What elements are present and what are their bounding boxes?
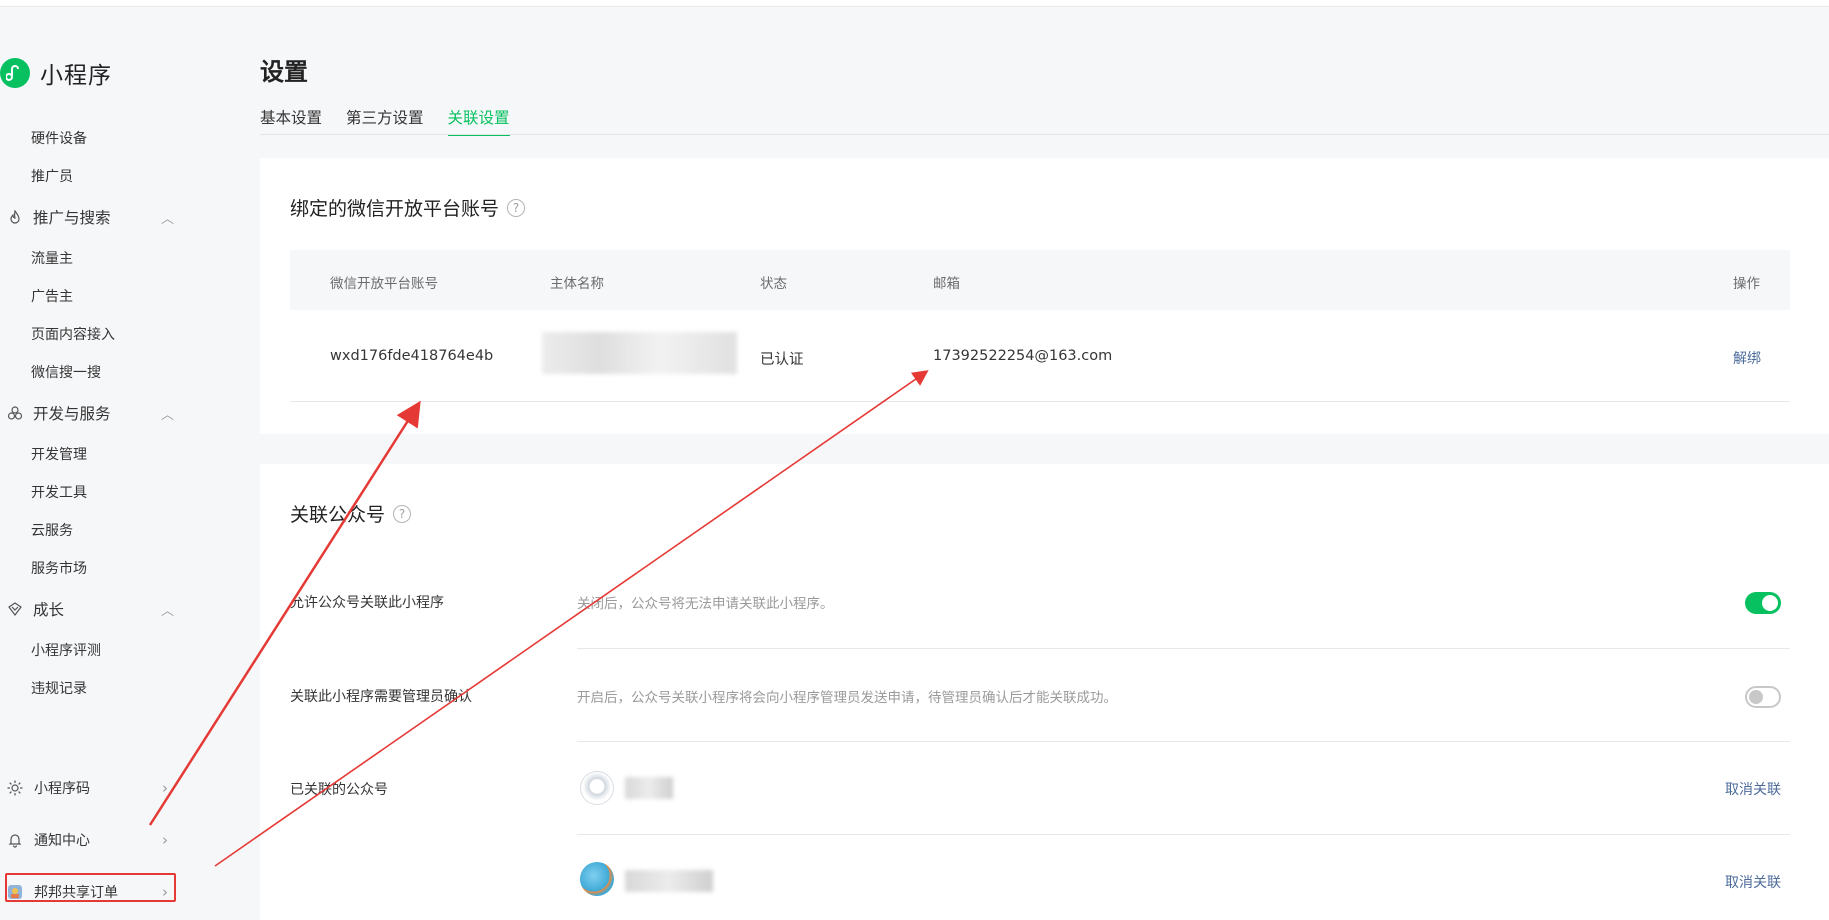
- bound-account-title: 绑定的微信开放平台账号: [290, 198, 500, 220]
- sidebar-group-promotion[interactable]: 推广与搜索 ︿: [6, 206, 174, 228]
- unlink-link[interactable]: 取消关联: [1725, 872, 1781, 892]
- linked-oa-title: 关联公众号: [290, 504, 386, 526]
- sidebar-item-market[interactable]: 服务市场: [31, 558, 87, 578]
- official-account-avatar: [580, 862, 614, 896]
- sidebar-item-violations[interactable]: 违规记录: [31, 678, 87, 698]
- sidebar-item-advertiser[interactable]: 广告主: [31, 286, 73, 306]
- account-id: wxd176fde418764e4b: [330, 348, 494, 364]
- chevron-up-icon: ︿: [160, 603, 174, 619]
- cluster-icon: [6, 404, 24, 422]
- growth-icon: [6, 600, 24, 618]
- brand[interactable]: 小程序: [0, 56, 112, 90]
- sidebar-item-label: 小程序码: [34, 781, 90, 797]
- help-icon[interactable]: ?: [393, 504, 412, 523]
- entity-name-redacted: [542, 332, 737, 374]
- sidebar-item-qrcode[interactable]: 小程序码 ›: [6, 776, 168, 800]
- divider: [577, 834, 1790, 835]
- admin-confirm-desc: 开启后，公众号关联小程序将会向小程序管理员发送申请，待管理员确认后才能关联成功。: [577, 690, 1117, 706]
- flame-icon: [6, 208, 24, 226]
- table-header: 微信开放平台账号 主体名称 状态 邮箱 操作: [290, 250, 1790, 310]
- unbind-link[interactable]: 解绑: [1733, 348, 1761, 368]
- email-value: 17392522254@163.com: [933, 348, 1113, 364]
- sidebar-item-promoter[interactable]: 推广员: [31, 166, 73, 186]
- column-header-status: 状态: [760, 276, 787, 292]
- sidebar-item-cloud[interactable]: 云服务: [31, 520, 73, 540]
- tabs-divider: [260, 134, 1829, 135]
- sun-icon: [6, 779, 24, 797]
- sidebar-group-dev-service[interactable]: 开发与服务 ︿: [6, 402, 174, 424]
- column-header-entity: 主体名称: [550, 276, 604, 292]
- column-header-email: 邮箱: [933, 276, 960, 292]
- toggle-knob: [1749, 690, 1763, 704]
- unlink-link[interactable]: 取消关联: [1725, 779, 1781, 799]
- column-header-action: 操作: [1733, 276, 1760, 292]
- chevron-up-icon: ︿: [160, 407, 174, 423]
- bell-icon: [6, 831, 24, 849]
- status-badge: 已认证: [760, 352, 804, 368]
- table-row: wxd176fde418764e4b 已认证 17392522254@163.c…: [290, 310, 1790, 402]
- sidebar-group-label: 开发与服务: [33, 405, 111, 423]
- tab-third-party-settings[interactable]: 第三方设置: [346, 106, 424, 136]
- sidebar-item-notifications[interactable]: 通知中心 ›: [6, 828, 168, 852]
- admin-confirm-toggle[interactable]: [1745, 686, 1781, 708]
- tab-link-settings[interactable]: 关联设置: [447, 106, 510, 136]
- sidebar-item-wechat-search[interactable]: 微信搜一搜: [31, 362, 101, 382]
- sidebar-item-traffic-owner[interactable]: 流量主: [31, 248, 73, 268]
- sidebar-group-label: 推广与搜索: [33, 209, 111, 227]
- settings-tabs: 基本设置 第三方设置 关联设置: [260, 106, 534, 136]
- sidebar-group-label: 成长: [33, 601, 65, 619]
- bound-account-title-row: 绑定的微信开放平台账号 ?: [290, 194, 526, 221]
- divider: [577, 648, 1790, 649]
- bound-account-card: 绑定的微信开放平台账号 ? 微信开放平台账号 主体名称 状态 邮箱 操作 wxd…: [260, 158, 1829, 434]
- divider: [577, 741, 1790, 742]
- annotation-highlight-box: [5, 873, 176, 902]
- sidebar-item-label: 通知中心: [34, 833, 90, 849]
- sidebar-item-evaluation[interactable]: 小程序评测: [31, 640, 101, 660]
- brand-name: 小程序: [40, 63, 112, 89]
- toggle-knob: [1762, 595, 1778, 611]
- sidebar-item-hardware[interactable]: 硬件设备: [31, 128, 87, 148]
- official-account-name-redacted: [625, 870, 713, 892]
- top-bar: [0, 0, 1829, 7]
- allow-link-desc: 关闭后，公众号将无法申请关联此小程序。: [577, 596, 834, 612]
- linked-oa-label: 已关联的公众号: [290, 782, 388, 798]
- allow-link-label: 允许公众号关联此小程序: [290, 595, 444, 611]
- chevron-right-icon: ›: [162, 831, 168, 849]
- chevron-right-icon: ›: [162, 779, 168, 797]
- chevron-up-icon: ︿: [160, 211, 174, 227]
- sidebar-group-growth[interactable]: 成长 ︿: [6, 598, 174, 620]
- linked-oa-card: 关联公众号 ? 允许公众号关联此小程序 关闭后，公众号将无法申请关联此小程序。 …: [260, 464, 1829, 920]
- sidebar-item-dev-tools[interactable]: 开发工具: [31, 482, 87, 502]
- tab-basic-settings[interactable]: 基本设置: [260, 106, 322, 136]
- official-account-name-redacted: [625, 777, 673, 799]
- help-icon[interactable]: ?: [507, 198, 526, 217]
- sidebar-item-dev-manage[interactable]: 开发管理: [31, 444, 87, 464]
- allow-link-toggle[interactable]: [1745, 592, 1781, 614]
- admin-confirm-label: 关联此小程序需要管理员确认: [290, 689, 472, 705]
- official-account-avatar: [580, 771, 614, 805]
- sidebar-item-page-content[interactable]: 页面内容接入: [31, 324, 115, 344]
- column-header-account: 微信开放平台账号: [330, 276, 438, 292]
- linked-oa-title-row: 关联公众号 ?: [290, 500, 412, 527]
- page-title: 设置: [260, 58, 308, 86]
- mini-program-logo-icon: [0, 58, 30, 88]
